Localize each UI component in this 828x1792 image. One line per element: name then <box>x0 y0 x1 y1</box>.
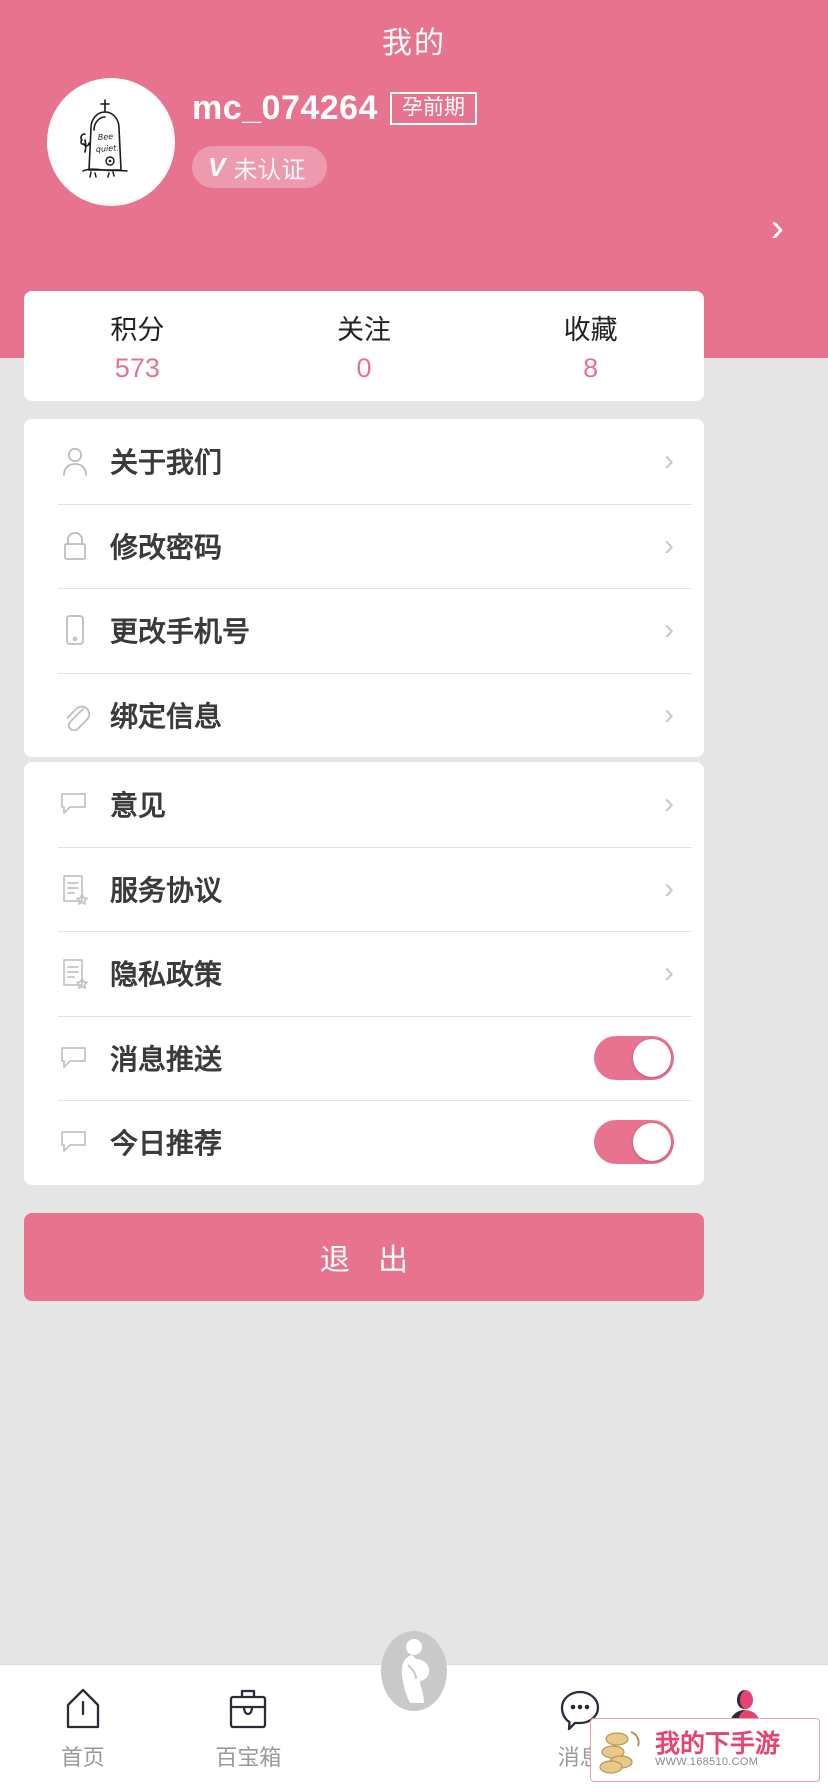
pregnant-woman-icon <box>368 1671 460 1717</box>
toggle-knob <box>633 1039 671 1077</box>
lock-icon <box>58 529 92 563</box>
profile-info: mc_074264 孕前期 V 未认证 <box>192 86 477 188</box>
chevron-right-icon: › <box>664 531 674 561</box>
chevron-right-icon: › <box>664 700 674 730</box>
my-profile-screen: 我的 Bee quiet. <box>0 0 828 1792</box>
message-push-toggle[interactable] <box>594 1036 674 1080</box>
menu-item-about-us[interactable]: 关于我们 › <box>24 419 704 504</box>
watermark-sub: WWW.168510.COM <box>655 1757 780 1769</box>
tab-home[interactable]: 首页 <box>0 1665 166 1792</box>
stat-label: 积分 <box>110 308 164 347</box>
toggle-knob <box>633 1123 671 1161</box>
menu-item-feedback[interactable]: 意见 › <box>24 762 704 847</box>
daily-recommendation-toggle[interactable] <box>594 1120 674 1164</box>
username-line: mc_074264 孕前期 <box>192 86 477 130</box>
stat-item-following[interactable]: 关注 0 <box>251 291 478 401</box>
verify-v-icon: V <box>208 154 225 180</box>
tombstone-avatar-icon: Bee quiet. <box>47 78 175 206</box>
menu-item-label: 绑定信息 <box>110 695 664 735</box>
avatar[interactable]: Bee quiet. <box>47 78 175 206</box>
menu-item-label: 意见 <box>110 784 664 824</box>
document-star-icon <box>58 872 92 906</box>
menu-item-label: 服务协议 <box>110 869 664 909</box>
menu-item-daily-recommendation[interactable]: 今日推荐 <box>24 1100 704 1185</box>
stat-label: 关注 <box>337 308 391 347</box>
chevron-right-icon: › <box>664 789 674 819</box>
stat-item-favorites[interactable]: 收藏 8 <box>477 291 704 401</box>
watermark-main: 我的下手游 <box>655 1731 780 1757</box>
menu-item-change-password[interactable]: 修改密码 › <box>24 504 704 589</box>
menu-item-label: 修改密码 <box>110 526 664 566</box>
tab-pregnancy-center[interactable] <box>331 1665 497 1792</box>
site-watermark: 我的下手游 WWW.168510.COM <box>590 1718 820 1782</box>
stat-value: 0 <box>356 353 371 384</box>
stats-card: 积分 573 关注 0 收藏 8 <box>24 291 704 401</box>
document-star-icon <box>58 956 92 990</box>
verification-label: 未认证 <box>233 150 305 185</box>
tab-label: 首页 <box>61 1740 105 1772</box>
stat-label: 收藏 <box>564 308 618 347</box>
stat-value: 573 <box>115 353 160 384</box>
chevron-right-icon: › <box>664 446 674 476</box>
tab-label: 百宝箱 <box>215 1740 281 1772</box>
menu-item-message-push[interactable]: 消息推送 <box>24 1016 704 1101</box>
page-title: 我的 <box>0 18 828 62</box>
menu-item-change-phone[interactable]: 更改手机号 › <box>24 588 704 673</box>
menu-item-label: 消息推送 <box>110 1038 594 1078</box>
menu-item-label: 更改手机号 <box>110 610 664 650</box>
menu-item-binding-info[interactable]: 绑定信息 › <box>24 673 704 758</box>
menu-item-label: 隐私政策 <box>110 953 664 993</box>
chevron-right-icon: › <box>664 874 674 904</box>
stage-badge: 孕前期 <box>390 92 477 125</box>
svg-text:Bee: Bee <box>98 132 114 142</box>
menu-item-service-agreement[interactable]: 服务协议 › <box>24 847 704 932</box>
briefcase-icon <box>225 1686 271 1732</box>
chevron-right-icon: › <box>664 615 674 645</box>
menu-item-privacy-policy[interactable]: 隐私政策 › <box>24 931 704 1016</box>
comment-icon <box>58 1125 92 1159</box>
paperclip-icon <box>58 698 92 732</box>
verification-badge[interactable]: V 未认证 <box>192 146 327 188</box>
profile-summary[interactable]: Bee quiet. mc_074264 孕前期 V <box>0 78 828 208</box>
stat-value: 8 <box>583 353 598 384</box>
logout-button[interactable]: 退 出 <box>24 1213 704 1301</box>
watermark-text: 我的下手游 WWW.168510.COM <box>655 1731 780 1769</box>
menu-item-label: 关于我们 <box>110 441 664 481</box>
profile-chevron-right-icon[interactable]: › <box>771 208 784 248</box>
preferences-group: 意见 › 服务协议 › 隐私政策 › <box>24 762 704 1185</box>
person-icon <box>58 444 92 478</box>
phone-icon <box>58 613 92 647</box>
svg-text:quiet.: quiet. <box>96 143 120 154</box>
menu-item-label: 今日推荐 <box>110 1122 594 1162</box>
stat-item-points[interactable]: 积分 573 <box>24 291 251 401</box>
account-settings-group: 关于我们 › 修改密码 › 更改手机号 › <box>24 419 704 757</box>
username: mc_074264 <box>192 89 378 128</box>
home-icon <box>61 1686 105 1732</box>
tab-toolbox[interactable]: 百宝箱 <box>166 1665 332 1792</box>
comment-icon <box>58 1041 92 1075</box>
coins-icon <box>597 1726 649 1774</box>
chevron-right-icon: › <box>664 958 674 988</box>
comment-icon <box>58 787 92 821</box>
